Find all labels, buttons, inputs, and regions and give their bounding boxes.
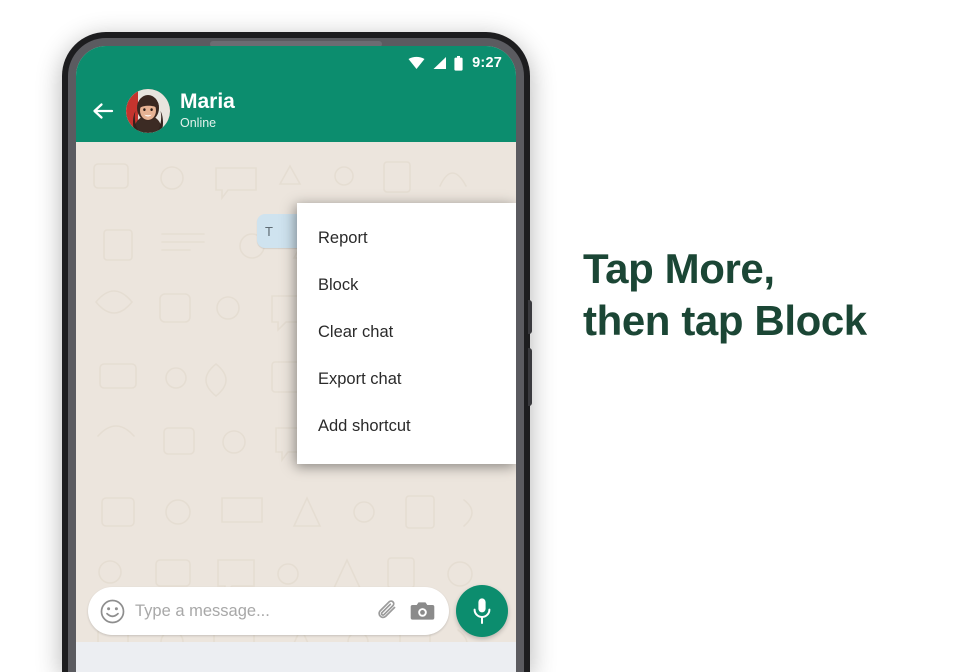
microphone-icon: [473, 598, 491, 624]
android-navigation-bar: [76, 642, 516, 672]
contact-name: Maria: [180, 90, 235, 114]
paperclip-icon[interactable]: [377, 599, 400, 623]
avatar[interactable]: [126, 89, 170, 133]
chat-header-text[interactable]: Maria Online: [180, 90, 235, 131]
camera-icon[interactable]: [410, 600, 435, 622]
menu-item-clear-chat[interactable]: Clear chat: [297, 309, 516, 356]
menu-item-block[interactable]: Block: [297, 262, 516, 309]
caption-line-1: Tap More,: [583, 245, 775, 292]
back-arrow-icon[interactable]: [90, 98, 116, 124]
caption-line-2: then tap Block: [583, 297, 867, 345]
phone-power-button: [528, 348, 532, 406]
menu-item-report[interactable]: Report: [297, 215, 516, 262]
wifi-icon: [408, 56, 425, 69]
chat-message-area: T Report Block Clear chat Export chat Ad…: [76, 142, 516, 672]
battery-icon: [454, 55, 463, 71]
phone-volume-button: [528, 300, 532, 334]
status-bar-time: 9:27: [472, 55, 502, 71]
message-input-pill[interactable]: Type a message...: [88, 587, 449, 635]
instruction-caption: Tap More, then tap Block: [583, 243, 943, 347]
cellular-signal-icon: [433, 57, 447, 69]
voice-record-button[interactable]: [456, 585, 508, 637]
menu-item-export-chat[interactable]: Export chat: [297, 356, 516, 403]
message-input-bar: Type a message...: [76, 580, 516, 642]
overflow-menu-popup: Report Block Clear chat Export chat Add …: [297, 203, 516, 464]
contact-status: Online: [180, 115, 217, 130]
phone-screen: 9:27 Maria Online T Report Block Clear c…: [76, 46, 516, 672]
status-bar: 9:27: [76, 46, 516, 80]
chat-header: Maria Online: [76, 80, 516, 142]
message-input-placeholder: Type a message...: [135, 601, 270, 620]
emoji-smiley-icon[interactable]: [100, 599, 125, 624]
phone-device-frame: 9:27 Maria Online T Report Block Clear c…: [62, 32, 532, 672]
menu-item-add-shortcut[interactable]: Add shortcut: [297, 403, 516, 450]
